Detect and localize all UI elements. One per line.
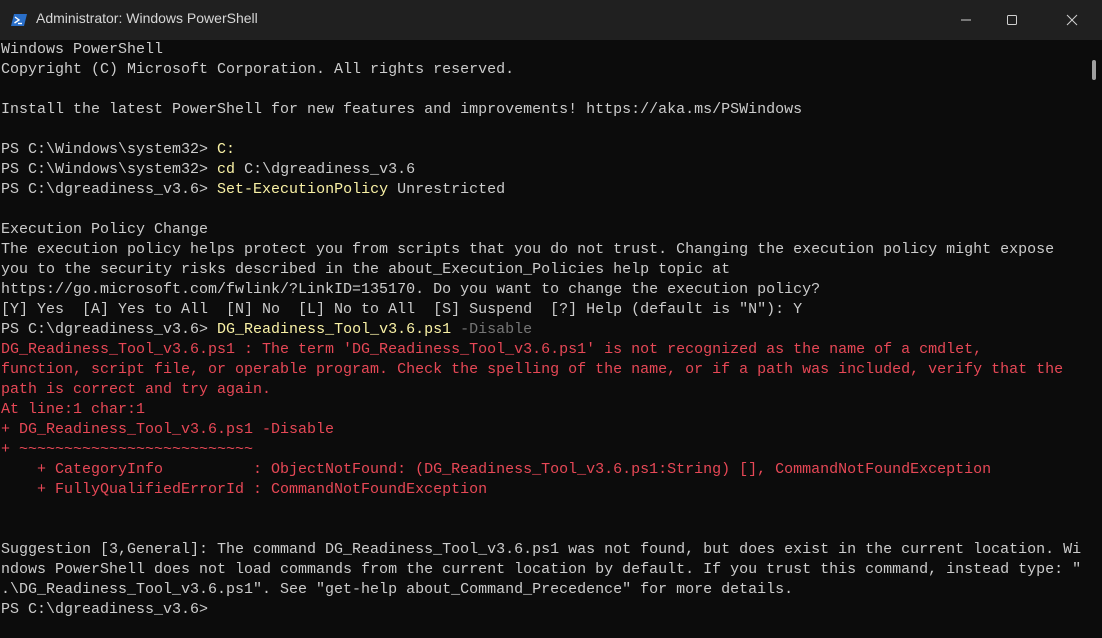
console-line: Windows PowerShell <box>1 41 164 58</box>
console-line: The execution policy helps protect you f… <box>1 241 1055 258</box>
prompt: PS C:\Windows\system32> <box>1 161 218 178</box>
error-line: + FullyQualifiedErrorId : CommandNotFoun… <box>1 481 488 498</box>
prompt: PS C:\dgreadiness_v3.6> <box>1 181 218 198</box>
prompt: PS C:\Windows\system32> <box>1 141 218 158</box>
console-line: .\DG_Readiness_Tool_v3.6.ps1". See "get-… <box>1 581 794 598</box>
prompt: PS C:\dgreadiness_v3.6> <box>1 321 218 338</box>
console-line: PS C:\dgreadiness_v3.6> Set-ExecutionPol… <box>0 180 1085 200</box>
error-line: At line:1 char:1 <box>1 401 146 418</box>
command-arg: C:\dgreadiness_v3.6 <box>244 161 416 178</box>
console-line: Suggestion [3,General]: The command DG_R… <box>1 541 1082 558</box>
close-button[interactable] <box>1049 0 1095 40</box>
window-title: Administrator: Windows PowerShell <box>36 10 258 26</box>
console-prompt-line[interactable]: PS C:\dgreadiness_v3.6> <box>0 600 1085 620</box>
command-text: C: <box>217 141 236 158</box>
minimize-icon <box>961 19 971 21</box>
vertical-scrollbar[interactable] <box>1085 40 1102 638</box>
error-line: function, script file, or operable progr… <box>1 361 1064 378</box>
command-param: -Disable <box>460 321 533 338</box>
console-line: PS C:\dgreadiness_v3.6> DG_Readiness_Too… <box>0 320 1085 340</box>
title-bar[interactable]: Administrator: Windows PowerShell <box>0 0 1102 40</box>
console-line: Install the latest PowerShell for new fe… <box>1 101 803 118</box>
scrollbar-thumb[interactable] <box>1092 60 1096 80</box>
error-line: path is correct and try again. <box>1 381 272 398</box>
error-line: + CategoryInfo : ObjectNotFound: (DG_Rea… <box>1 461 992 478</box>
console-output[interactable]: Windows PowerShell Copyright (C) Microso… <box>0 40 1085 638</box>
console-line: you to the security risks described in t… <box>1 261 731 278</box>
error-line: DG_Readiness_Tool_v3.6.ps1 : The term 'D… <box>1 341 983 358</box>
close-icon <box>1066 14 1078 26</box>
console-line: https://go.microsoft.com/fwlink/?LinkID=… <box>1 281 821 298</box>
console-line: ndows PowerShell does not load commands … <box>1 561 1082 578</box>
powershell-icon[interactable] <box>11 12 27 28</box>
powershell-window: Administrator: Windows PowerShell Window… <box>0 0 1102 638</box>
console-line: PS C:\Windows\system32> C: <box>0 140 1085 160</box>
maximize-icon <box>1007 15 1017 25</box>
console-line: PS C:\Windows\system32> cd C:\dgreadines… <box>0 160 1085 180</box>
command-text: cd <box>217 161 245 178</box>
error-line: + DG_Readiness_Tool_v3.6.ps1 -Disable <box>1 421 335 438</box>
console-line: Execution Policy Change <box>1 221 209 238</box>
maximize-button[interactable] <box>989 0 1035 40</box>
console-line: [Y] Yes [A] Yes to All [N] No [L] No to … <box>1 301 803 318</box>
minimize-button[interactable] <box>943 0 989 40</box>
command-arg: Unrestricted <box>397 181 506 198</box>
command-text: Set-ExecutionPolicy <box>217 181 398 198</box>
command-text: DG_Readiness_Tool_v3.6.ps1 <box>217 321 461 338</box>
console-line: Copyright (C) Microsoft Corporation. All… <box>1 61 515 78</box>
error-line: + ~~~~~~~~~~~~~~~~~~~~~~~~~~ <box>1 441 254 458</box>
